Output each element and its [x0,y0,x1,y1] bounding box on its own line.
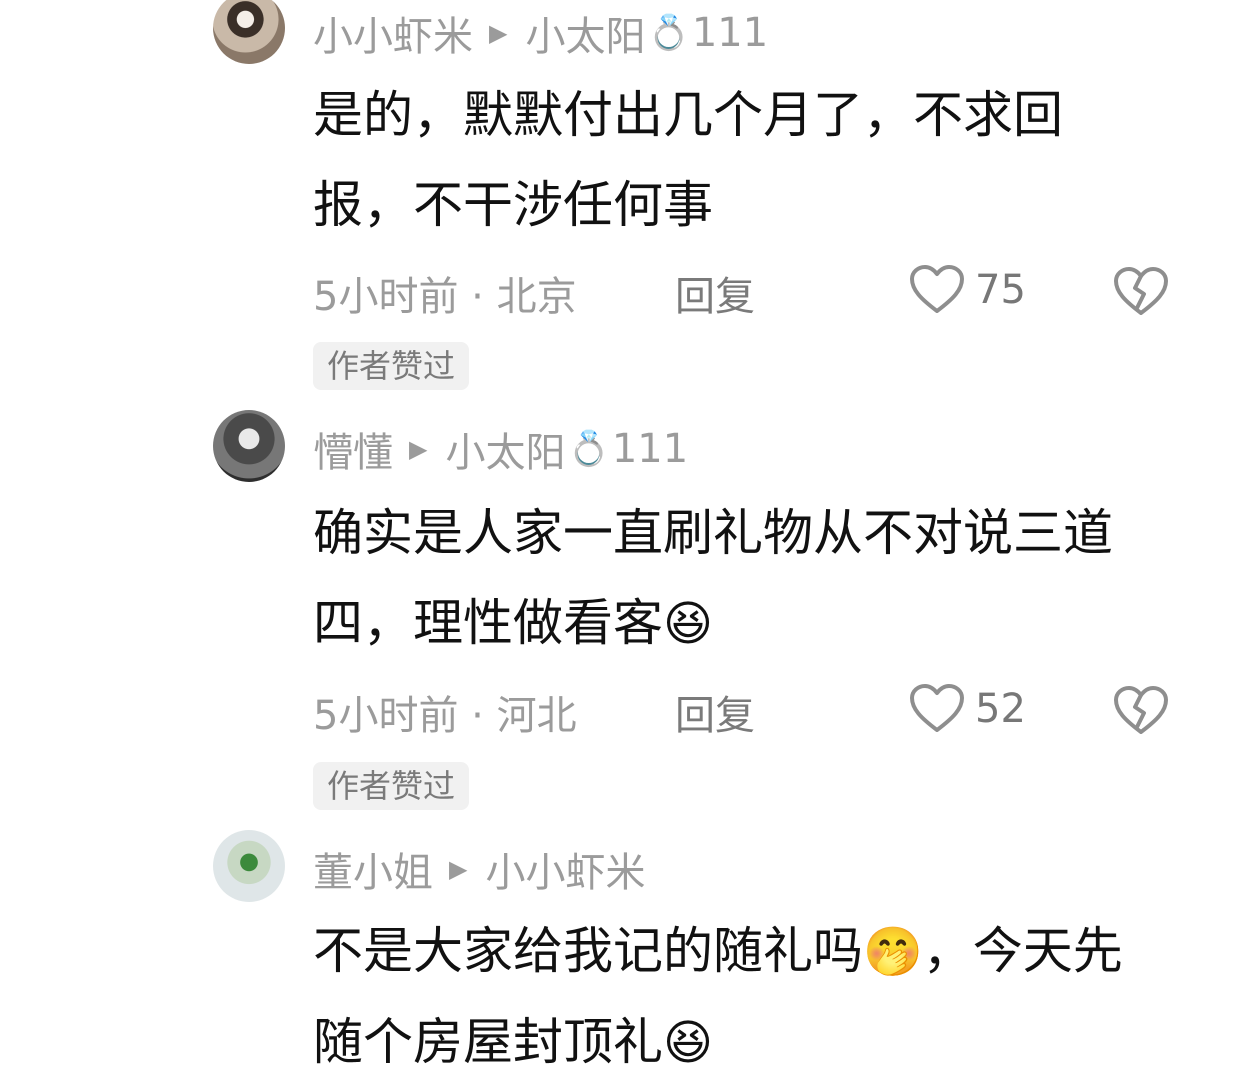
author-liked-badge: 作者赞过 [313,762,470,810]
comment-text: 是的，默默付出几个月了，不求回 报，不干涉任何事 [313,70,1193,250]
reply-to-name[interactable]: 小太阳 [445,420,565,478]
reply-arrow-icon: ▶ [449,855,468,883]
author-name[interactable]: 懵懂 [313,420,393,478]
avatar[interactable] [213,0,285,64]
heart-icon [909,264,965,316]
reply-to-name[interactable]: 小太阳 [525,4,645,62]
comment-text-line: ，今天先 [922,922,1123,980]
avatar[interactable] [213,410,285,482]
comment-meta: 懵懂 ▶ 小太阳 💍 111 [313,422,688,476]
grinning-squint-face-icon: 😆 [663,1015,714,1071]
comment-text-line: 报，不干涉任何事 [313,176,713,234]
like-count: 52 [975,686,1026,732]
laughing-face-icon: 😆 [663,596,714,652]
broken-heart-icon[interactable] [1113,685,1169,737]
reply-arrow-icon: ▶ [489,19,508,47]
comment-text: 确实是人家一直刷礼物从不对说三道 四，理性做看客😆 [313,488,1193,669]
like-count: 75 [975,267,1026,313]
reply-button[interactable]: 回复 [675,683,755,741]
comment-text-line: 随个房屋封顶礼 [313,1013,663,1071]
broken-heart-icon[interactable] [1113,266,1169,318]
comment-meta: 小小虾米 ▶ 小太阳 💍 111 [313,6,768,60]
user-level: 111 [611,426,689,472]
like-button[interactable]: 75 [909,264,1026,316]
author-name[interactable]: 小小虾米 [313,4,473,62]
like-button[interactable]: 52 [909,683,1026,735]
comment-time-location: 5小时前 · 河北 [313,693,577,739]
comment-text: 不是大家给我记的随礼吗🤭，今天先 随个房屋封顶礼😆 [313,906,1213,1088]
reply-to-name[interactable]: 小小虾米 [485,840,645,898]
comment-actions: 5小时前 · 北京 回复 75 [313,264,1183,320]
author-name[interactable]: 董小姐 [313,840,433,898]
comment-meta: 董小姐 ▶ 小小虾米 [313,842,645,896]
reply-button[interactable]: 回复 [675,264,755,322]
author-liked-badge: 作者赞过 [313,342,470,390]
reply-arrow-icon: ▶ [409,435,428,463]
comment-text-line: 确实是人家一直刷礼物从不对说三道 [313,504,1113,562]
heart-icon [909,683,965,735]
comment-text-line: 是的，默默付出几个月了，不求回 [313,86,1063,144]
comment-text-line: 不是大家给我记的随礼吗 [313,922,863,980]
comment-actions: 5小时前 · 河北 回复 52 [313,683,1183,739]
diamond-ring-icon: 💍 [567,429,610,469]
diamond-ring-icon: 💍 [647,13,690,53]
user-level: 111 [691,10,769,56]
comment-text-line: 四，理性做看客 [313,594,663,652]
avatar[interactable] [213,830,285,902]
comment-time-location: 5小时前 · 北京 [313,274,577,320]
smirking-face-icon: 🤭 [863,924,923,980]
